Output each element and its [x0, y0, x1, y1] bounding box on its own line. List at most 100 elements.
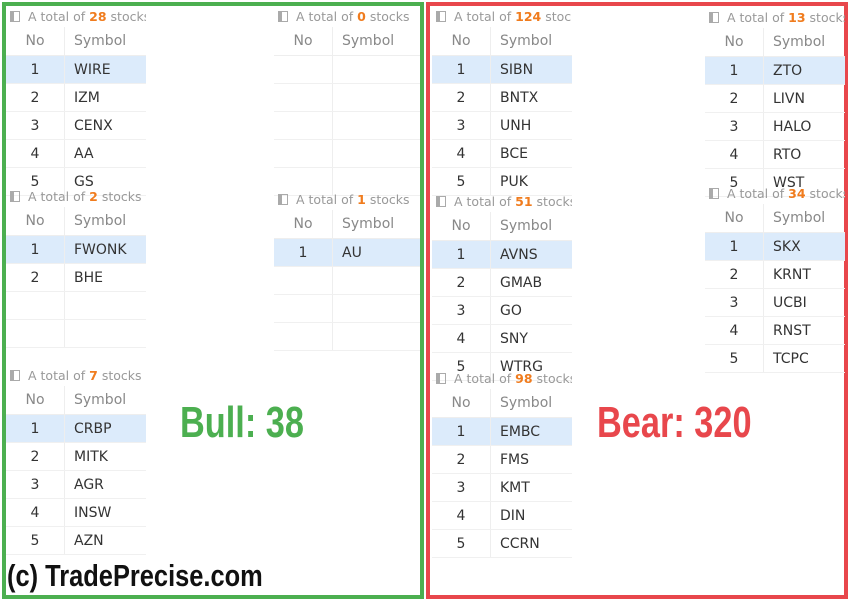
table-row[interactable]: 1 AVNS — [432, 240, 572, 269]
bear-stock-list-8: A total of 34 stocks No Symbol 1 SKX 2 K… — [705, 182, 845, 373]
row-symbol: CENX — [64, 111, 146, 140]
row-no: 2 — [705, 84, 764, 113]
col-symbol[interactable]: Symbol — [490, 27, 572, 56]
table-row[interactable]: 4 BCE — [432, 139, 572, 168]
col-no[interactable]: No — [274, 210, 333, 239]
table-row[interactable]: 1 FWONK — [6, 235, 146, 264]
table-row[interactable]: 1 WIRE — [6, 55, 146, 84]
col-symbol[interactable]: Symbol — [763, 28, 845, 57]
table-row[interactable]: 3 UNH — [432, 111, 572, 140]
row-symbol: IZM — [64, 83, 146, 112]
bear-stock-list-7: A total of 51 stocks No Symbol 1 AVNS 2 … — [432, 190, 572, 381]
stock-table: No Symbol 1 WIRE 2 IZM 3 CENX 4 AA 5 GS — [6, 27, 146, 196]
table-header: No Symbol — [432, 212, 572, 241]
row-symbol: RNST — [763, 316, 845, 345]
empty-row — [274, 294, 420, 323]
col-no[interactable]: No — [6, 27, 65, 56]
table-row[interactable]: 2 MITK — [6, 442, 146, 471]
col-symbol[interactable]: Symbol — [64, 27, 146, 56]
table-row[interactable]: 1 AU — [274, 238, 420, 267]
empty-row — [274, 83, 420, 112]
col-no[interactable]: No — [6, 386, 65, 415]
table-row[interactable]: 2 IZM — [6, 83, 146, 112]
bull-stock-list-3: A total of 1 stocks No Symbol 1 AU — [274, 188, 420, 351]
panel-toggle-icon[interactable] — [10, 190, 20, 202]
panel-toggle-icon[interactable] — [278, 10, 288, 22]
row-symbol: SKX — [763, 232, 845, 261]
empty-row — [274, 322, 420, 351]
table-row[interactable]: 4 RNST — [705, 316, 845, 345]
table-row[interactable]: 4 RTO — [705, 140, 845, 169]
list-header: A total of 7 stocks — [6, 364, 146, 386]
panel-toggle-icon[interactable] — [436, 195, 446, 207]
col-symbol[interactable]: Symbol — [490, 389, 572, 418]
total-prefix: A total of — [727, 9, 785, 25]
col-symbol[interactable]: Symbol — [763, 204, 845, 233]
table-row[interactable]: 3 CENX — [6, 111, 146, 140]
col-no[interactable]: No — [274, 27, 333, 56]
row-symbol: BCE — [490, 139, 572, 168]
table-row[interactable]: 2 BNTX — [432, 83, 572, 112]
bull-stock-list-2: A total of 2 stocks No Symbol 1 FWONK 2 … — [6, 185, 146, 348]
table-row[interactable]: 2 KRNT — [705, 260, 845, 289]
total-suffix: stocks — [369, 191, 410, 207]
col-no[interactable]: No — [705, 204, 764, 233]
row-no: 1 — [432, 55, 491, 84]
col-symbol[interactable]: Symbol — [64, 386, 146, 415]
row-symbol: KMT — [490, 473, 572, 502]
col-no[interactable]: No — [432, 27, 491, 56]
total-prefix: A total of — [296, 191, 354, 207]
col-symbol[interactable]: Symbol — [490, 212, 572, 241]
table-row[interactable]: 3 GO — [432, 296, 572, 325]
list-header: A total of 0 stocks — [274, 5, 420, 27]
panel-toggle-icon[interactable] — [709, 187, 719, 199]
panel-toggle-icon[interactable] — [10, 369, 20, 381]
col-symbol[interactable]: Symbol — [64, 207, 146, 236]
list-header: A total of 98 stocks — [432, 367, 572, 389]
total-prefix: A total of — [727, 185, 785, 201]
table-row[interactable]: 3 UCBI — [705, 288, 845, 317]
table-row[interactable]: 3 HALO — [705, 112, 845, 141]
table-row[interactable]: 1 ZTO — [705, 56, 845, 85]
table-row[interactable]: 1 CRBP — [6, 414, 146, 443]
row-symbol: MITK — [64, 442, 146, 471]
table-row[interactable]: 5 AZN — [6, 526, 146, 555]
col-no[interactable]: No — [432, 212, 491, 241]
row-no: 1 — [705, 232, 764, 261]
col-no[interactable]: No — [432, 389, 491, 418]
table-row[interactable]: 3 AGR — [6, 470, 146, 499]
panel-toggle-icon[interactable] — [278, 193, 288, 205]
table-row[interactable]: 4 DIN — [432, 501, 572, 530]
row-symbol: AZN — [64, 526, 146, 555]
table-row[interactable]: 2 GMAB — [432, 268, 572, 297]
row-no: 3 — [432, 111, 491, 140]
panel-toggle-icon[interactable] — [436, 10, 446, 22]
col-symbol[interactable]: Symbol — [332, 27, 420, 56]
table-row[interactable]: 3 KMT — [432, 473, 572, 502]
total-prefix: A total of — [28, 367, 86, 383]
table-row[interactable]: 2 LIVN — [705, 84, 845, 113]
col-symbol[interactable]: Symbol — [332, 210, 420, 239]
row-no: 3 — [432, 296, 491, 325]
row-no: 4 — [432, 324, 491, 353]
table-row[interactable]: 4 AA — [6, 139, 146, 168]
table-row[interactable]: 4 INSW — [6, 498, 146, 527]
table-row[interactable]: 4 SNY — [432, 324, 572, 353]
row-no: 3 — [6, 111, 65, 140]
panel-toggle-icon[interactable] — [709, 11, 719, 23]
table-header: No Symbol — [705, 28, 845, 57]
table-row[interactable]: 1 SKX — [705, 232, 845, 261]
row-symbol: BNTX — [490, 83, 572, 112]
col-no[interactable]: No — [6, 207, 65, 236]
table-row[interactable]: 1 EMBC — [432, 417, 572, 446]
table-row[interactable]: 2 BHE — [6, 263, 146, 292]
col-no[interactable]: No — [705, 28, 764, 57]
panel-toggle-icon[interactable] — [436, 372, 446, 384]
stock-count: 98 — [515, 370, 533, 386]
table-row[interactable]: 5 CCRN — [432, 529, 572, 558]
total-suffix: stocks — [536, 370, 572, 386]
table-row[interactable]: 1 SIBN — [432, 55, 572, 84]
table-row[interactable]: 2 FMS — [432, 445, 572, 474]
panel-toggle-icon[interactable] — [10, 10, 20, 22]
table-row[interactable]: 5 TCPC — [705, 344, 845, 373]
